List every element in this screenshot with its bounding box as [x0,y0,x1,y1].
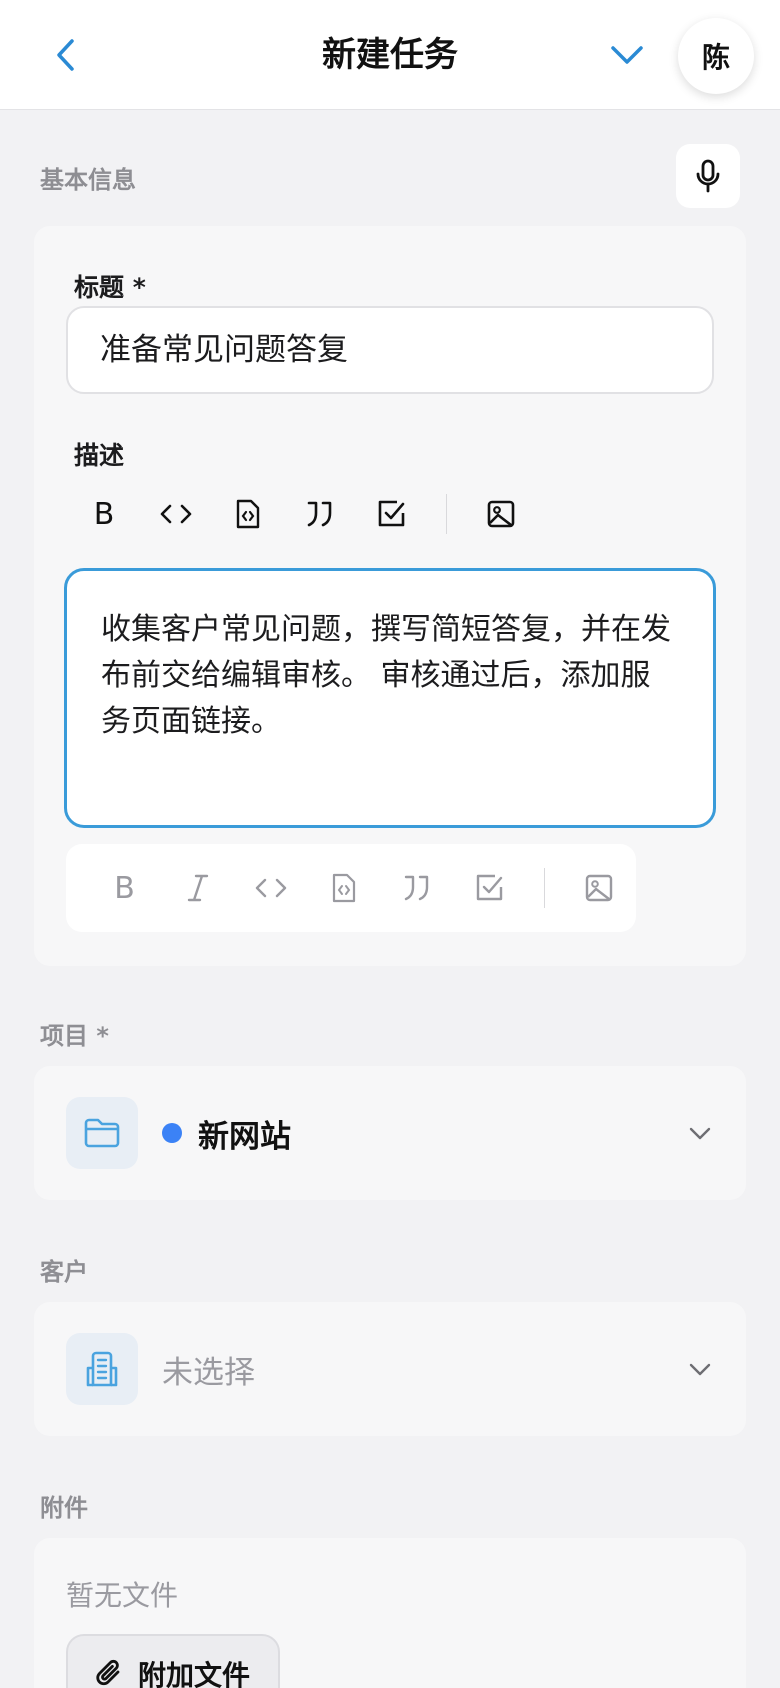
chevron-down-icon [689,1363,711,1376]
toolbar-divider [446,494,447,534]
voice-input-button[interactable] [676,144,740,208]
code-file-icon [332,873,355,903]
description-toolbar-bottom: B [66,844,636,932]
title-input[interactable]: 准备常见问题答复 [66,306,714,394]
bold-button[interactable]: B [68,484,140,544]
code-icon [160,504,192,524]
page-title: 新建任务 [322,35,458,75]
description-textarea[interactable]: 收集客户常见问题，撰写简短答复，并在发布前交给编辑审核。 审核通过后，添加服务页… [64,568,716,828]
toolbar-divider [544,868,545,908]
checklist-button-secondary[interactable] [453,858,526,918]
bold-button-secondary[interactable]: B [88,858,161,918]
building-icon [86,1351,118,1387]
code-block-button[interactable] [212,484,284,544]
checkbox-icon [476,874,502,901]
project-section-label: 项目 * [40,1022,109,1050]
description-field-label: 描述 [74,441,125,470]
quote-button-secondary[interactable] [380,858,453,918]
insert-image-button-secondary[interactable] [563,858,636,918]
italic-icon [187,874,208,902]
attachments-section-label: 附件 [40,1494,88,1522]
chevron-down-icon [689,1127,711,1140]
bold-icon: B [114,870,135,906]
checklist-button[interactable] [356,484,428,544]
italic-button[interactable] [161,858,234,918]
client-section-label: 客户 [40,1258,88,1286]
checkbox-icon [378,500,405,527]
no-files-text: 暂无文件 [66,1579,179,1612]
folder-icon [84,1118,120,1148]
code-icon [255,878,286,898]
title-field-label: 标题 * [74,273,146,302]
paperclip-icon [96,1659,120,1686]
app-header: 新建任务 陈 [0,0,780,110]
project-select[interactable]: 新网站 [34,1066,746,1200]
image-icon [586,874,613,902]
description-toolbar-top: B [68,476,537,552]
bold-icon: B [93,496,115,532]
project-selected-value: 新网站 [198,1118,291,1155]
image-icon [487,500,515,528]
quote-icon [404,875,428,901]
chevron-down-icon [611,46,643,64]
attach-file-label: 附加文件 [138,1659,251,1688]
attach-file-button[interactable]: 附加文件 [66,1634,280,1688]
code-button[interactable] [140,484,212,544]
code-button-secondary[interactable] [234,858,307,918]
avatar[interactable]: 陈 [678,18,754,94]
client-selected-value: 未选择 [162,1354,255,1391]
basic-info-section-label: 基本信息 [40,166,136,194]
project-select-row: 新网站 [34,1066,746,1200]
client-select[interactable]: 未选择 [34,1302,746,1436]
microphone-icon [696,159,720,193]
client-icon-tile [66,1333,138,1405]
quote-button[interactable] [284,484,356,544]
project-icon-tile [66,1097,138,1169]
project-color-dot [162,1123,182,1143]
client-select-row: 未选择 [34,1302,746,1436]
quote-icon [307,501,332,527]
code-block-button-secondary[interactable] [307,858,380,918]
expand-button[interactable] [602,30,652,80]
code-file-icon [236,499,260,529]
insert-image-button[interactable] [465,484,537,544]
